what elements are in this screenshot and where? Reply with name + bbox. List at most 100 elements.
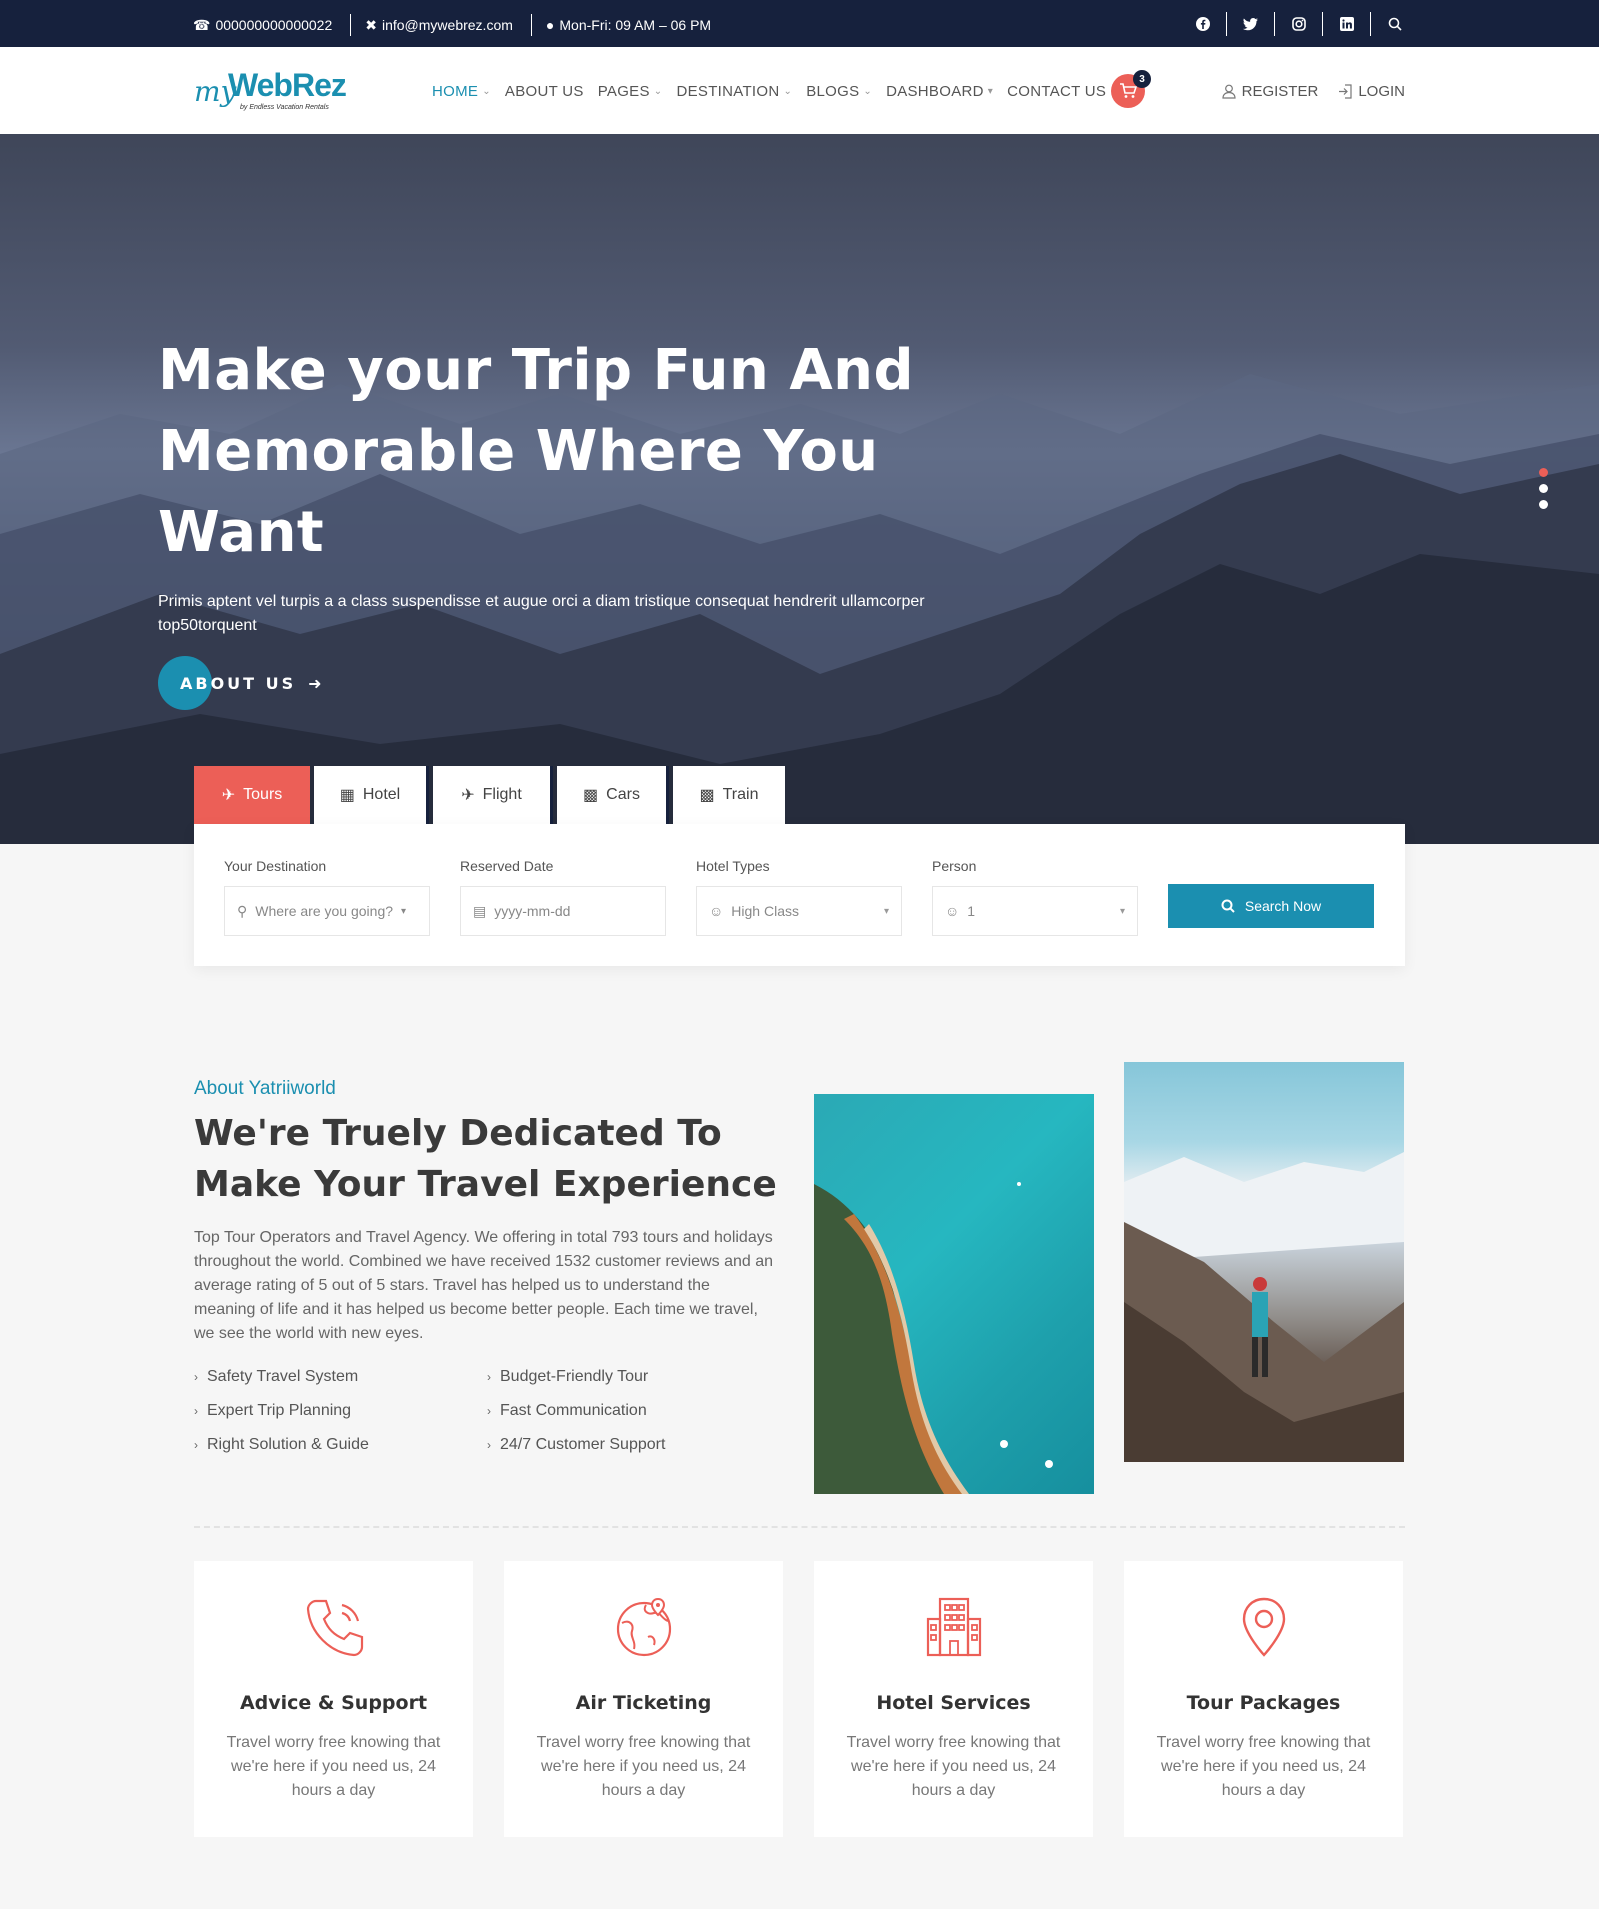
nav-home[interactable]: HOME ⌄: [432, 83, 491, 100]
feature-item: › 24/7 Customer Support: [487, 1436, 687, 1454]
service-card-air-ticketing[interactable]: Air Ticketing Travel worry free knowing …: [504, 1561, 783, 1837]
booking-search-form: Your Destination ⚲ Where are you going? …: [194, 824, 1405, 966]
tab-hotel-label: Hotel: [362, 786, 401, 803]
feature-item: › Budget-Friendly Tour: [487, 1368, 687, 1386]
destination-select[interactable]: ⚲ Where are you going? ▾: [224, 886, 430, 936]
service-text: Travel worry free knowing that we're her…: [226, 1734, 441, 1799]
nav-contact-label: CONTACT US: [1007, 83, 1107, 100]
destination-placeholder: Where are you going?: [255, 903, 394, 919]
service-title: Tour Packages: [1186, 1692, 1341, 1714]
tab-tours[interactable]: ✈ Tours: [194, 766, 310, 824]
nav-destination-label: DESTINATION: [676, 83, 780, 100]
feature-label: 24/7 Customer Support: [500, 1436, 666, 1453]
nav-pages[interactable]: PAGES ⌄: [598, 83, 663, 100]
slider-dot-1[interactable]: [1539, 468, 1548, 477]
feature-label: Fast Communication: [500, 1402, 647, 1419]
globe-icon: [616, 1597, 672, 1657]
date-placeholder: yyyy-mm-dd: [494, 903, 571, 919]
feature-label: Budget-Friendly Tour: [500, 1368, 649, 1385]
chevron-down-icon: ▾: [401, 905, 407, 917]
about-title: We're Truely Dedicated To Make Your Trav…: [194, 1113, 777, 1205]
instagram-icon[interactable]: [1289, 12, 1323, 36]
tab-hotel[interactable]: ▦ Hotel: [314, 766, 429, 824]
nav-blogs[interactable]: BLOGS ⌄: [806, 83, 872, 100]
search-now-button[interactable]: Search Now: [1168, 884, 1374, 928]
user-icon: ☺: [709, 903, 724, 919]
about-kicker: About Yatriiworld: [194, 1078, 336, 1099]
login-link[interactable]: LOGIN: [1338, 83, 1405, 100]
service-text: Travel worry free knowing that we're her…: [536, 1734, 751, 1799]
map-pin-icon: ⚲: [237, 902, 248, 919]
email-icon: ✖: [365, 16, 377, 33]
tab-train[interactable]: ▩ Train: [673, 766, 785, 824]
tab-cars[interactable]: ▩ Cars: [557, 766, 669, 824]
nav-dashboard[interactable]: DASHBOARD ▾: [886, 83, 993, 100]
coast-aerial-photo: [814, 1094, 1094, 1494]
cart-button[interactable]: 3: [1111, 70, 1151, 108]
hotel-type-label: Hotel Types: [696, 858, 770, 874]
search-icon[interactable]: [1385, 12, 1419, 36]
top-bar: ☎ 000000000000022 ✖ info@mywebrez.com ● …: [0, 0, 1599, 47]
topbar-email[interactable]: ✖ info@mywebrez.com: [365, 14, 532, 36]
person-select[interactable]: ☺ 1 ▾: [932, 886, 1138, 936]
chevron-right-icon: ›: [487, 1438, 491, 1452]
snowy-mountain-hiker-photo: [1124, 1062, 1404, 1462]
chevron-down-icon: ▾: [883, 905, 889, 917]
slider-dots: [1539, 468, 1548, 509]
service-title: Hotel Services: [876, 1692, 1031, 1714]
train-icon: ▩: [699, 787, 715, 804]
section-divider: [194, 1526, 1405, 1528]
destination-label: Your Destination: [224, 858, 327, 874]
chevron-right-icon: ›: [194, 1438, 198, 1452]
chevron-down-icon: ⌄: [863, 86, 873, 97]
nav-contact-us[interactable]: CONTACT US: [1007, 83, 1106, 100]
phone-icon: ☎: [193, 16, 211, 33]
main-menu: HOME ⌄ ABOUT US PAGES ⌄ DESTINATION ⌄ BLOGS…: [432, 83, 1106, 100]
feature-list: › Safety Travel System › Budget-Friendly T…: [194, 1368, 694, 1454]
slider-dot-3[interactable]: [1539, 500, 1548, 509]
feature-label: Right Solution & Guide: [207, 1436, 369, 1453]
cta-label-wrap: ABOUT US ➜: [180, 674, 325, 693]
tab-flight-label: Flight: [482, 786, 522, 803]
cart-icon: [1120, 83, 1137, 98]
nav-about-us[interactable]: ABOUT US: [505, 83, 584, 100]
chevron-down-icon: ▾: [1119, 905, 1125, 917]
feature-label: Expert Trip Planning: [207, 1402, 352, 1419]
calendar-icon: ▤: [473, 902, 487, 919]
nav-blogs-label: BLOGS: [806, 83, 860, 100]
facebook-icon[interactable]: [1193, 12, 1227, 36]
hotel-type-value: High Class: [731, 903, 799, 919]
register-link[interactable]: REGISTER: [1222, 83, 1319, 100]
nav-destination[interactable]: DESTINATION ⌄: [676, 83, 792, 100]
logo-tagline: by Endless Vacation Rentals: [240, 104, 329, 111]
nav-home-label: HOME: [432, 83, 479, 100]
person-label: Person: [932, 858, 977, 874]
register-label: REGISTER: [1241, 83, 1319, 100]
service-card-advice[interactable]: Advice & Support Travel worry free knowi…: [194, 1561, 473, 1837]
feature-item: › Safety Travel System: [194, 1368, 487, 1386]
about-us-button[interactable]: ABOUT US ➜: [158, 656, 322, 710]
slider-dot-2[interactable]: [1539, 484, 1548, 493]
cart-count-badge: 3: [1133, 70, 1151, 88]
tab-train-label: Train: [722, 786, 759, 803]
user-icon: ☺: [945, 903, 960, 919]
hotel-type-select[interactable]: ☺ High Class ▾: [696, 886, 902, 936]
login-icon: [1339, 84, 1352, 99]
nav-about-label: ABOUT US: [504, 83, 584, 100]
about-text: Top Tour Operators and Travel Agency. We…: [194, 1229, 773, 1342]
tours-icon: ✈: [221, 787, 236, 804]
office-hours: Mon-Fri: 09 AM – 06 PM: [559, 17, 712, 33]
destination-field-group: Your Destination ⚲ Where are you going? …: [224, 858, 430, 936]
logo[interactable]: my WebRez by Endless Vacation Rentals: [194, 67, 347, 119]
service-card-tour-packages[interactable]: Tour Packages Travel worry free knowing …: [1124, 1561, 1403, 1837]
service-card-hotel[interactable]: Hotel Services Travel worry free knowing…: [814, 1561, 1093, 1837]
topbar-phone[interactable]: ☎ 000000000000022: [193, 14, 352, 36]
car-icon: ▩: [583, 787, 599, 804]
feature-item: › Right Solution & Guide: [194, 1436, 487, 1454]
twitter-icon[interactable]: [1241, 12, 1275, 36]
tab-flight[interactable]: ✈ Flight: [433, 766, 553, 824]
feature-item: › Expert Trip Planning: [194, 1402, 487, 1420]
chevron-down-icon: ▾: [987, 86, 994, 97]
date-input[interactable]: ▤ yyyy-mm-dd: [460, 886, 666, 936]
linkedin-icon[interactable]: [1337, 12, 1371, 36]
